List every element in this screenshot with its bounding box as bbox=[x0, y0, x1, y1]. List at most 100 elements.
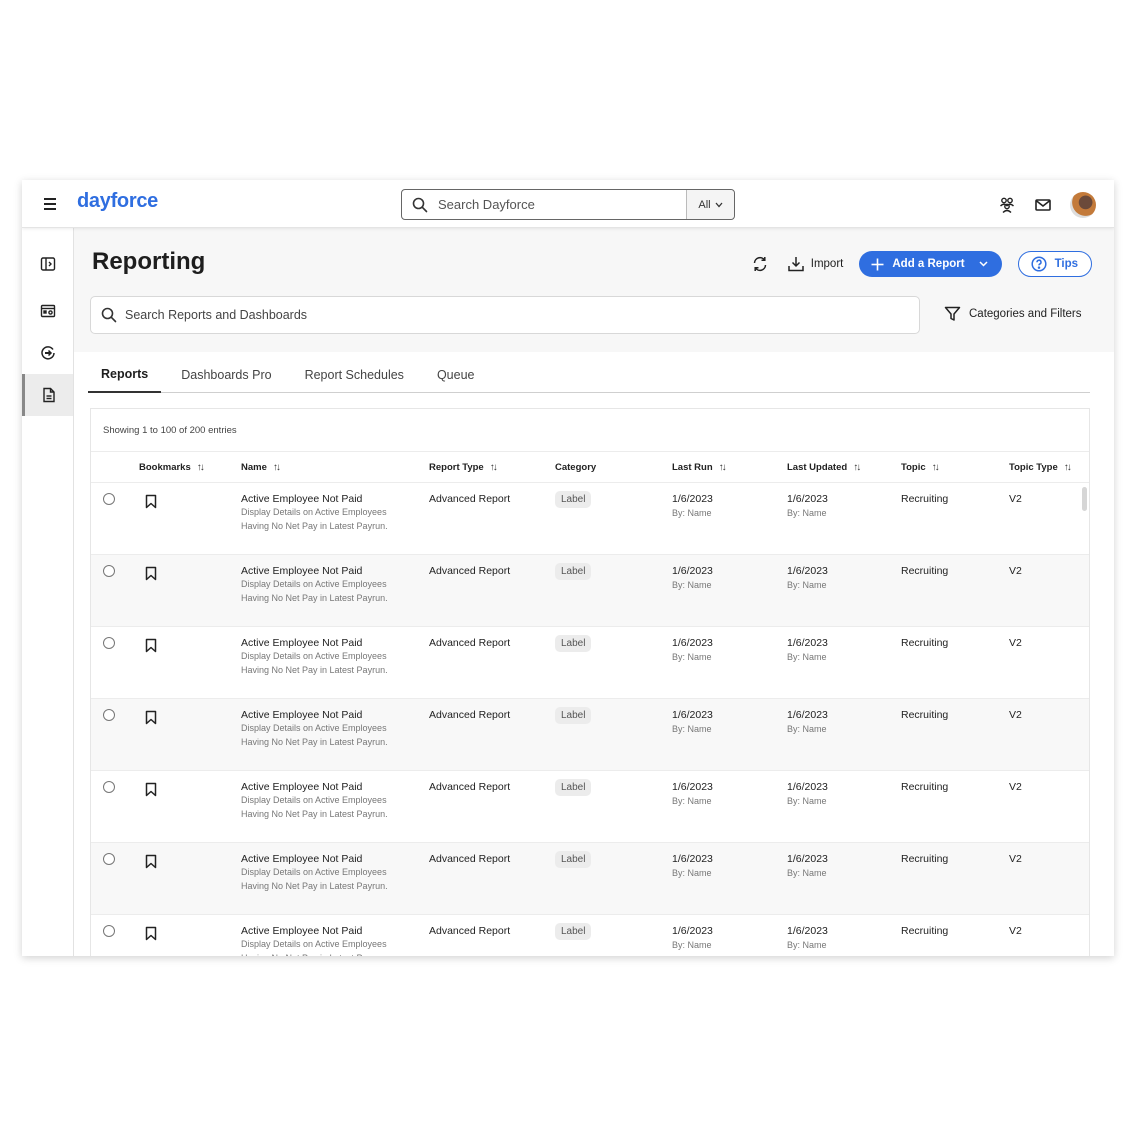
row-select-radio[interactable] bbox=[103, 925, 115, 937]
report-search bbox=[90, 296, 920, 334]
people-icon[interactable] bbox=[998, 196, 1016, 214]
col-label: Topic Type bbox=[1009, 461, 1058, 473]
last-updated-cell: 1/6/2023 By: Name bbox=[787, 493, 828, 518]
bookmark-icon[interactable] bbox=[145, 782, 157, 802]
col-topic-type[interactable]: Topic Type ↑↓ bbox=[1009, 452, 1072, 482]
row-select-radio[interactable] bbox=[103, 565, 115, 577]
report-name[interactable]: Active Employee Not Paid bbox=[241, 925, 411, 937]
last-run-date: 1/6/2023 bbox=[672, 853, 713, 865]
avatar[interactable] bbox=[1070, 192, 1096, 218]
topic-cell: Recruiting bbox=[901, 853, 949, 865]
search-scope-dropdown[interactable]: All bbox=[686, 190, 734, 219]
report-name[interactable]: Active Employee Not Paid bbox=[241, 781, 411, 793]
topic-cell: Recruiting bbox=[901, 925, 949, 937]
search-scope-label: All bbox=[698, 198, 711, 211]
bookmark-icon[interactable] bbox=[145, 566, 157, 586]
table-body: Active Employee Not Paid Display Details… bbox=[91, 483, 1089, 956]
add-report-button[interactable]: Add a Report bbox=[859, 251, 1002, 277]
reports-document-icon[interactable] bbox=[22, 374, 73, 416]
report-search-input[interactable] bbox=[125, 308, 919, 322]
last-updated-cell: 1/6/2023 By: Name bbox=[787, 781, 828, 806]
tab-report-schedules[interactable]: Report Schedules bbox=[292, 356, 417, 393]
tab-dashboards-pro[interactable]: Dashboards Pro bbox=[168, 356, 284, 393]
import-label: Import bbox=[810, 258, 844, 270]
report-name[interactable]: Active Employee Not Paid bbox=[241, 637, 411, 649]
row-select-radio[interactable] bbox=[103, 637, 115, 649]
col-report-type[interactable]: Report Type ↑↓ bbox=[429, 452, 498, 482]
dayforce-logo[interactable]: dayforce bbox=[77, 190, 158, 213]
table-row[interactable]: Active Employee Not Paid Display Details… bbox=[91, 555, 1089, 627]
row-select-radio[interactable] bbox=[103, 853, 115, 865]
global-search: All bbox=[401, 189, 735, 220]
categories-filters-button[interactable]: Categories and Filters bbox=[944, 306, 1082, 322]
row-select-radio[interactable] bbox=[103, 781, 115, 793]
last-run-date: 1/6/2023 bbox=[672, 781, 713, 793]
tab-reports[interactable]: Reports bbox=[88, 356, 162, 393]
col-name[interactable]: Name ↑↓ bbox=[241, 452, 281, 482]
last-run-date: 1/6/2023 bbox=[672, 637, 713, 649]
bookmark-icon[interactable] bbox=[145, 926, 157, 946]
table-row[interactable]: Active Employee Not Paid Display Details… bbox=[91, 483, 1089, 555]
category-cell: Label bbox=[555, 707, 592, 724]
col-bookmarks[interactable]: Bookmarks ↑↓ bbox=[139, 452, 205, 482]
report-name[interactable]: Active Employee Not Paid bbox=[241, 853, 411, 865]
table-scrollbar[interactable] bbox=[1082, 487, 1087, 511]
bookmark-icon[interactable] bbox=[145, 710, 157, 730]
category-badge: Label bbox=[555, 707, 592, 724]
topic-cell: Recruiting bbox=[901, 781, 949, 793]
last-updated-cell: 1/6/2023 By: Name bbox=[787, 709, 828, 734]
col-last-updated[interactable]: Last Updated ↑↓ bbox=[787, 452, 861, 482]
last-updated-cell: 1/6/2023 By: Name bbox=[787, 565, 828, 590]
topic-type-cell: V2 bbox=[1009, 853, 1022, 865]
col-topic[interactable]: Topic ↑↓ bbox=[901, 452, 940, 482]
table-row[interactable]: Active Employee Not Paid Display Details… bbox=[91, 771, 1089, 843]
plus-icon bbox=[871, 258, 884, 270]
sort-icon: ↑↓ bbox=[272, 461, 281, 473]
last-updated-date: 1/6/2023 bbox=[787, 709, 828, 721]
topic-cell: Recruiting bbox=[901, 565, 949, 577]
tab-queue[interactable]: Queue bbox=[424, 356, 488, 393]
table-row[interactable]: Active Employee Not Paid Display Details… bbox=[91, 627, 1089, 699]
report-name[interactable]: Active Employee Not Paid bbox=[241, 565, 411, 577]
last-run-by: By: Name bbox=[672, 652, 712, 662]
refresh-button[interactable] bbox=[749, 253, 771, 275]
row-select-radio[interactable] bbox=[103, 709, 115, 721]
filter-icon bbox=[944, 306, 961, 321]
tips-label: Tips bbox=[1054, 258, 1078, 270]
bookmark-icon[interactable] bbox=[145, 638, 157, 658]
sort-icon: ↑↓ bbox=[489, 461, 498, 473]
table-row[interactable]: Active Employee Not Paid Display Details… bbox=[91, 699, 1089, 771]
bookmark-icon[interactable] bbox=[145, 854, 157, 874]
table-row[interactable]: Active Employee Not Paid Display Details… bbox=[91, 915, 1089, 956]
global-search-input[interactable] bbox=[438, 197, 686, 212]
mail-icon[interactable] bbox=[1034, 196, 1052, 214]
last-run-date: 1/6/2023 bbox=[672, 709, 713, 721]
report-name[interactable]: Active Employee Not Paid bbox=[241, 709, 411, 721]
report-type-cell: Advanced Report bbox=[429, 853, 511, 865]
table-row[interactable]: Active Employee Not Paid Display Details… bbox=[91, 843, 1089, 915]
report-name[interactable]: Active Employee Not Paid bbox=[241, 493, 411, 505]
entries-count: Showing 1 to 100 of 200 entries bbox=[103, 425, 237, 436]
import-button[interactable]: Import bbox=[787, 255, 844, 273]
bookmark-icon[interactable] bbox=[145, 494, 157, 514]
sort-icon: ↑↓ bbox=[931, 461, 940, 473]
last-run-by: By: Name bbox=[672, 508, 712, 518]
panel-toggle-icon[interactable] bbox=[22, 243, 73, 285]
last-run-by: By: Name bbox=[672, 724, 712, 734]
last-updated-by: By: Name bbox=[787, 580, 827, 590]
last-updated-cell: 1/6/2023 By: Name bbox=[787, 853, 828, 878]
report-description: Display Details on Active Employees Havi… bbox=[241, 651, 388, 675]
name-cell: Active Employee Not Paid Display Details… bbox=[241, 709, 411, 749]
tips-button[interactable]: Tips bbox=[1017, 251, 1092, 277]
report-type-cell: Advanced Report bbox=[429, 637, 511, 649]
col-last-run[interactable]: Last Run ↑↓ bbox=[672, 452, 727, 482]
row-select-radio[interactable] bbox=[103, 493, 115, 505]
col-label: Last Updated bbox=[787, 461, 848, 473]
feature-icon[interactable] bbox=[22, 332, 73, 374]
menu-icon[interactable] bbox=[44, 195, 62, 213]
filters-label: Categories and Filters bbox=[969, 308, 1082, 320]
page-title: Reporting bbox=[92, 248, 206, 275]
category-cell: Label bbox=[555, 851, 592, 868]
dashboard-icon[interactable] bbox=[22, 290, 73, 332]
search-icon bbox=[402, 197, 438, 213]
